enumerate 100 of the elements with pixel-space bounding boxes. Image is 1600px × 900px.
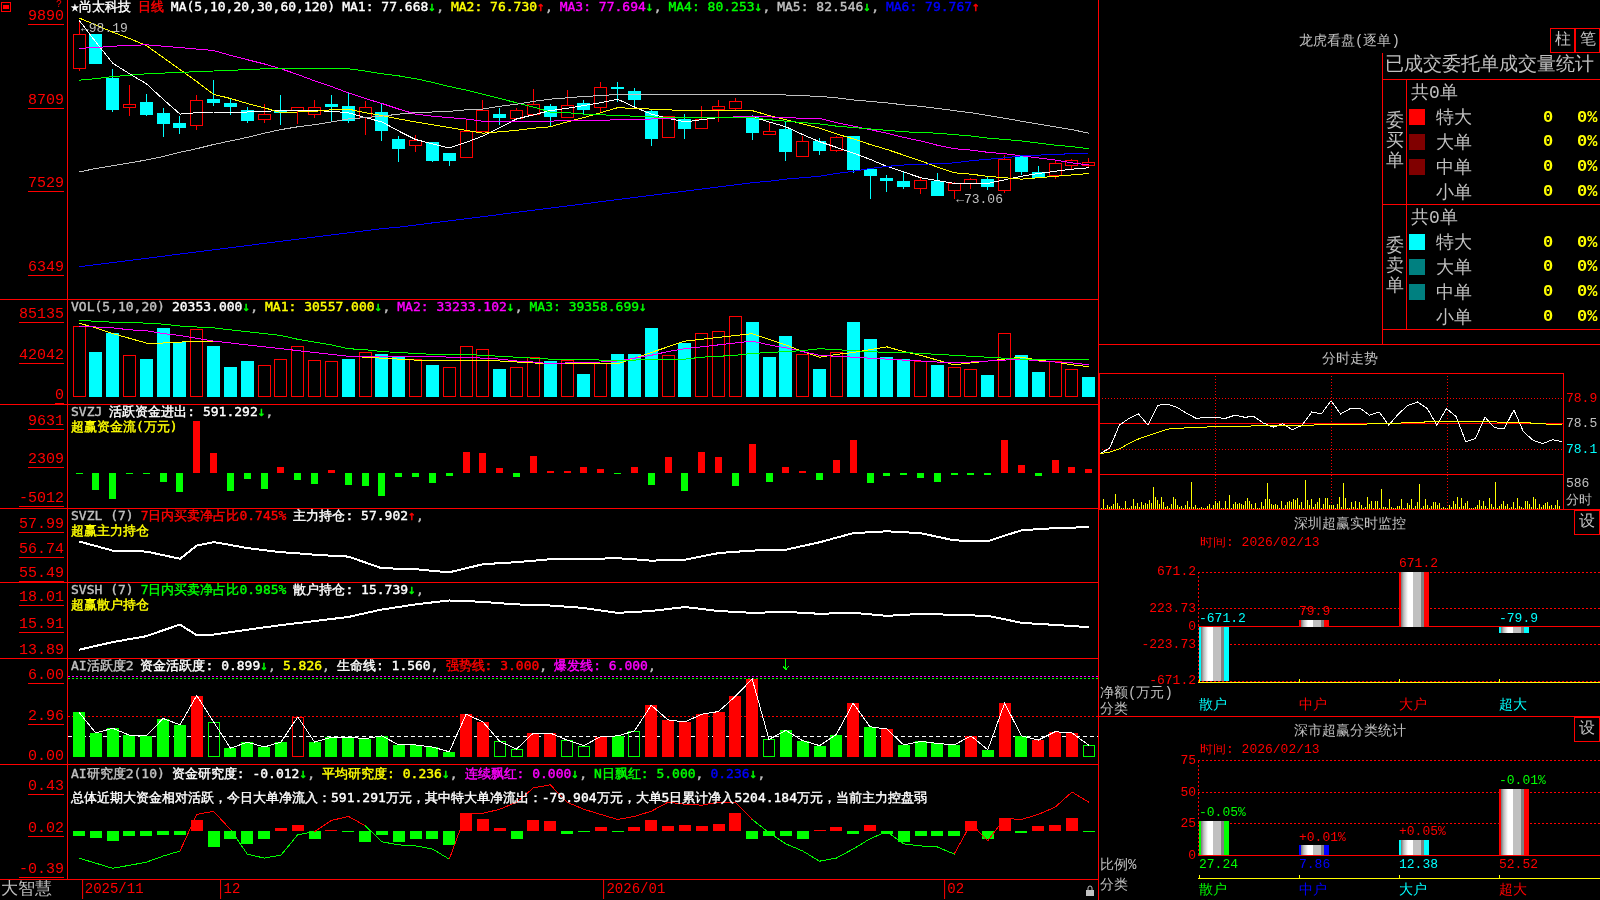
fund-flow-bar — [1051, 459, 1059, 473]
candlestick — [695, 105, 709, 129]
order-count: 0 — [1543, 157, 1555, 177]
panel-title: 分时走势 — [1321, 350, 1378, 368]
trend-arrow: ↑ — [408, 508, 416, 523]
indicator-label: SVSH (7) — [71, 582, 134, 597]
fund-flow-bar — [529, 456, 537, 473]
candlestick — [123, 84, 136, 117]
separator: , — [322, 658, 330, 673]
axis-tick-label: 78.1 — [1566, 442, 1598, 457]
date-label: 12 — [220, 880, 241, 899]
trend-arrow: ↓ — [863, 0, 872, 14]
settings-button[interactable]: 设 — [1574, 510, 1600, 535]
fund-flow-bar — [1068, 467, 1076, 473]
view-toggle-button[interactable]: 笔 — [1575, 28, 1600, 53]
settings-button[interactable]: 设 — [1574, 717, 1600, 742]
fund-flow-bar — [294, 472, 302, 481]
candlestick — [914, 176, 927, 195]
order-percent: 0% — [1577, 282, 1598, 302]
chart-bar — [1299, 620, 1329, 627]
help-mark[interactable]: ? — [56, 0, 62, 9]
lock-icon[interactable] — [1086, 885, 1094, 896]
candlestick — [442, 152, 456, 167]
fund-flow-bar — [210, 452, 218, 473]
square-icon[interactable] — [1, 2, 11, 12]
candlestick — [89, 33, 103, 65]
date-label: 02 — [944, 880, 965, 899]
trend-arrow: ↓ — [299, 766, 308, 781]
axis-tick-label: -0.39 — [19, 862, 64, 879]
candlestick — [678, 113, 692, 140]
axis-tick-label: 25 — [1180, 816, 1196, 832]
axis-tick-label: 0 — [1188, 847, 1196, 863]
category-label: 超大 — [1499, 696, 1527, 713]
axis-tick-label: -223.73 — [1141, 637, 1196, 653]
axis-tick-label: 55.49 — [19, 565, 64, 582]
axis-tick-label: 85135 — [19, 307, 64, 324]
fund-flow-bar — [765, 472, 773, 482]
candlestick — [813, 137, 826, 155]
axis-tick-label: 671.2 — [1157, 564, 1196, 580]
separator: , — [449, 766, 458, 781]
separator: , — [653, 0, 662, 14]
order-size-label: 小单 — [1436, 181, 1473, 204]
indicator-label: MA(5,10,20,30,60,120) — [170, 0, 336, 14]
indicator-label: 主力持仓: 57.902 — [293, 508, 409, 523]
candlestick — [173, 115, 187, 135]
axis-tick-label: 56.74 — [19, 541, 64, 558]
brand-name: 大智慧 — [1, 880, 52, 900]
category-label: 散户 — [1199, 696, 1227, 713]
axis-title: 比例% — [1100, 856, 1137, 873]
fund-flow-bar — [361, 472, 369, 487]
candlestick — [1082, 157, 1096, 169]
fund-flow-bar — [816, 472, 823, 480]
bar-value-label: 27.24 — [1199, 857, 1238, 873]
candlestick — [930, 172, 944, 197]
indicator-label: AI活跃度2 — [71, 658, 134, 673]
fund-flow-bar — [378, 472, 386, 496]
trend-arrow: ↓ — [749, 766, 758, 781]
order-percent: 0% — [1577, 257, 1598, 277]
axis-tick-label: 0.00 — [28, 749, 64, 766]
change-label: -0.01% — [1499, 773, 1546, 789]
indicator-label: 日线 — [137, 0, 164, 14]
separator: , — [514, 299, 523, 314]
candlestick — [964, 177, 978, 190]
separator: , — [647, 658, 656, 673]
axis-tick-label: 13.89 — [19, 642, 64, 659]
indicator-label: VOL(5,10,20) — [71, 299, 165, 314]
fund-flow-bar — [92, 472, 100, 491]
candlestick — [1031, 165, 1045, 179]
order-size-label: 大单 — [1436, 132, 1473, 154]
down-arrow-icon — [782, 659, 790, 670]
fund-flow-bar — [698, 451, 706, 473]
order-size-label: 特大 — [1436, 232, 1473, 255]
indicator-label: 0.236 — [710, 766, 750, 781]
axis-tick-label: 78.9 — [1566, 390, 1598, 406]
separator: , — [430, 658, 439, 673]
bar-value-label: 12.38 — [1399, 857, 1438, 873]
price-extreme-label: ←73.06 — [956, 191, 1003, 207]
bar-value-label: -671.2 — [1199, 610, 1246, 626]
separator: , — [757, 766, 766, 781]
indicator-label: MA1: 30557.000 — [265, 299, 375, 314]
separator: , — [544, 0, 553, 14]
indicator-label: N日飘红: 5.000 — [594, 766, 696, 781]
separator: , — [762, 0, 771, 14]
candlestick — [762, 122, 776, 136]
order-size-label: 中单 — [1436, 281, 1473, 304]
indicator-label: 超赢散户持仓 — [71, 597, 149, 612]
view-toggle-button[interactable]: 柱 — [1550, 28, 1575, 53]
fund-flow-bar — [277, 466, 285, 473]
fund-flow-bar — [1018, 464, 1025, 473]
axis-tick-label: 8709 — [28, 92, 64, 109]
fund-flow-bar — [917, 472, 924, 479]
indicator-label: MA1: 77.668 — [342, 0, 429, 14]
candlestick — [375, 103, 389, 142]
bar-value-label: 7.86 — [1299, 857, 1331, 873]
group-label: 委买单 — [1385, 112, 1404, 172]
indicator-label: MA2: 33233.102 — [397, 299, 507, 314]
fund-flow-bar — [462, 451, 470, 473]
candlestick — [1048, 160, 1062, 180]
axis-tick-label: 0 — [55, 388, 64, 404]
indicator-label: ★尚太科技 — [71, 0, 131, 14]
